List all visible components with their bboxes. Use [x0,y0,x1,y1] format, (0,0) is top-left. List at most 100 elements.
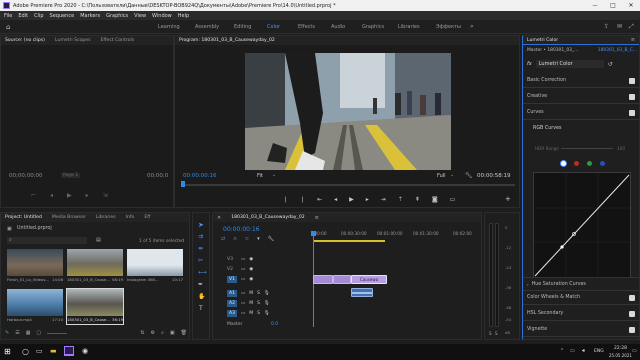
section-color-wheels-match[interactable]: Color Wheels & Match [523,291,639,305]
workspace-audio[interactable]: Audio [331,24,345,30]
menu-help[interactable]: Help [178,13,189,19]
tab-program[interactable]: Program: 180301_03_B_Causewayday_02 [179,38,275,43]
tab-info[interactable]: Info [126,215,135,220]
workspace-graphics[interactable]: Graphics [362,24,384,30]
video-track-v2[interactable]: V2 ▭ ◉ [213,265,311,273]
mark-in-icon[interactable]: ❘ [283,196,288,203]
toggle-visibility-icon[interactable]: ◉ [249,257,253,262]
freeform-view-icon[interactable]: ▢ [36,330,41,336]
program-scrubber[interactable] [181,184,515,186]
video-clip[interactable] [313,275,333,284]
go-to-in-icon[interactable]: ⇤ [317,196,322,203]
pen-tool-icon[interactable]: ✒ [198,281,203,288]
program-video-frame[interactable] [245,53,451,170]
pencil-icon[interactable]: ✎ [5,330,9,336]
track-select-tool-icon[interactable]: ⇉ [198,233,203,240]
sync-lock-icon[interactable]: ▭ [241,267,245,272]
video-clip[interactable] [333,275,351,284]
volume-icon[interactable]: 🔊︎ [582,348,585,354]
tab-effect-controls[interactable]: Effect Controls [100,38,134,43]
list-view-icon[interactable]: ☰ [15,330,19,336]
workspace-libraries[interactable]: Libraries [398,24,420,30]
lumetri-menu-icon[interactable]: ≡ [631,37,635,43]
section-creative[interactable]: Creative [523,90,639,104]
sync-lock-icon[interactable]: ▭ [241,277,245,282]
razor-tool-icon[interactable]: ✂ [198,257,203,264]
microphone-icon[interactable]: 🎙︎ [264,291,270,296]
timeline-ruler[interactable]: :00:00 00:00:30:00 00:01:00:00 00:01:30:… [313,231,481,243]
media-player-icon[interactable]: ◉ [82,347,88,355]
step-back-icon[interactable]: ◂ [334,196,337,203]
audio-track-a2[interactable]: A2 ▭ M S 🎙︎ [213,299,311,307]
toggle-visibility-icon[interactable]: ◉ [249,267,253,272]
white-channel-swatch[interactable] [561,161,566,166]
master-track[interactable]: Master 0.0 [213,320,311,328]
basic-correction-checkbox[interactable] [629,78,635,84]
audio-track-a3[interactable]: A3 ▭ M S 🎙︎ [213,309,311,317]
ripple-edit-tool-icon[interactable]: ⇹ [198,245,203,252]
meter-solo-right[interactable]: S [495,331,498,336]
toggle-visibility-icon[interactable]: ◉ [249,277,253,282]
program-timecode-current[interactable]: 00:00:00:16 [183,173,217,179]
tab-source[interactable]: Source: (no clips) [5,38,45,43]
hdr-range-value[interactable]: 100 [617,146,625,151]
timeline-timecode[interactable]: 00:00:00:16 [223,226,260,233]
notifications-taskbar-icon[interactable]: ▭ [632,348,637,354]
extract-icon[interactable]: ⇞ [415,196,420,203]
program-add-button-icon[interactable]: + [505,195,511,203]
tray-chevron-icon[interactable]: ⌃ [560,348,564,354]
mute-icon[interactable]: M [249,291,253,296]
premiere-taskbar-icon[interactable] [64,346,74,356]
fx-icon[interactable]: fx [527,61,532,67]
menu-edit[interactable]: Edit [18,13,28,19]
audio-track-a1[interactable]: A1 ▭ M S 🎙︎ [213,289,311,297]
linked-selection-icon[interactable]: ⊂ [245,236,249,242]
video-clip-selected[interactable]: Causewa [351,275,387,284]
project-item[interactable]: Finish_01_Lo_Videos... 14:08 [7,249,63,284]
solo-icon[interactable]: S [257,291,260,296]
section-basic-correction[interactable]: Basic Correction [523,74,639,88]
red-channel-swatch[interactable] [574,161,579,166]
tab-lumetri-color[interactable]: Lumetri Color [527,38,558,43]
file-explorer-icon[interactable]: ▬ [50,347,57,355]
new-item-icon[interactable]: ▣ [170,330,175,336]
snap-icon[interactable]: ∩ [233,236,237,242]
color-wheels-checkbox[interactable] [629,295,635,301]
project-item[interactable]: Harbour.mp4 17:10 [7,289,63,324]
lumetri-effect-select[interactable]: Lumetri Color [535,60,604,68]
hsl-secondary-checkbox[interactable] [629,311,635,317]
video-track-v3[interactable]: V3 ▭ ◉ [213,255,311,263]
source-step-back-icon[interactable]: ◂ [50,192,53,199]
delete-icon[interactable]: 🗑︎ [181,330,187,336]
mark-out-icon[interactable]: ❘ [300,196,305,203]
source-mark-in-icon[interactable]: ⌐ [31,192,36,199]
hand-tool-icon[interactable]: ✋ [198,293,205,300]
green-channel-swatch[interactable] [587,161,592,166]
sync-lock-icon[interactable]: ▭ [241,311,245,316]
home-icon[interactable]: ⌂ [6,23,10,31]
tab-sequence[interactable]: 180301_03_B_Causewayday_02 [231,215,304,220]
mute-icon[interactable]: M [249,311,253,316]
section-curves[interactable]: Curves [523,106,639,120]
zoom-slider[interactable] [47,332,68,334]
tab-effects[interactable]: Eff [144,215,150,220]
blue-channel-swatch[interactable] [600,161,605,166]
mute-icon[interactable]: M [249,301,253,306]
icon-view-icon[interactable]: ▦ [26,330,31,336]
quality-chevron-icon[interactable]: ⌄ [450,172,454,178]
program-quality-select[interactable]: Full [437,173,446,179]
audio-clip[interactable] [351,288,373,297]
close-sequence-icon[interactable]: ✕ [217,215,221,221]
playhead-handle[interactable] [311,231,316,236]
windows-start-icon[interactable]: ⊞ [4,347,11,356]
section-hsl-secondary[interactable]: HSL Secondary [523,307,639,321]
microphone-icon[interactable]: 🎙︎ [264,301,270,306]
tab-libraries[interactable]: Libraries [96,215,116,220]
insert-sequence-icon[interactable]: ⇄ [221,236,225,242]
minimize-button[interactable]: — [586,3,604,9]
vignette-checkbox[interactable] [629,327,635,333]
lumetri-master-label[interactable]: Master • 180301_03_... [527,48,578,53]
maximize-button[interactable]: □ [604,2,622,9]
menu-graphics[interactable]: Graphics [106,13,128,19]
workspace-editing[interactable]: Editing [234,24,251,30]
